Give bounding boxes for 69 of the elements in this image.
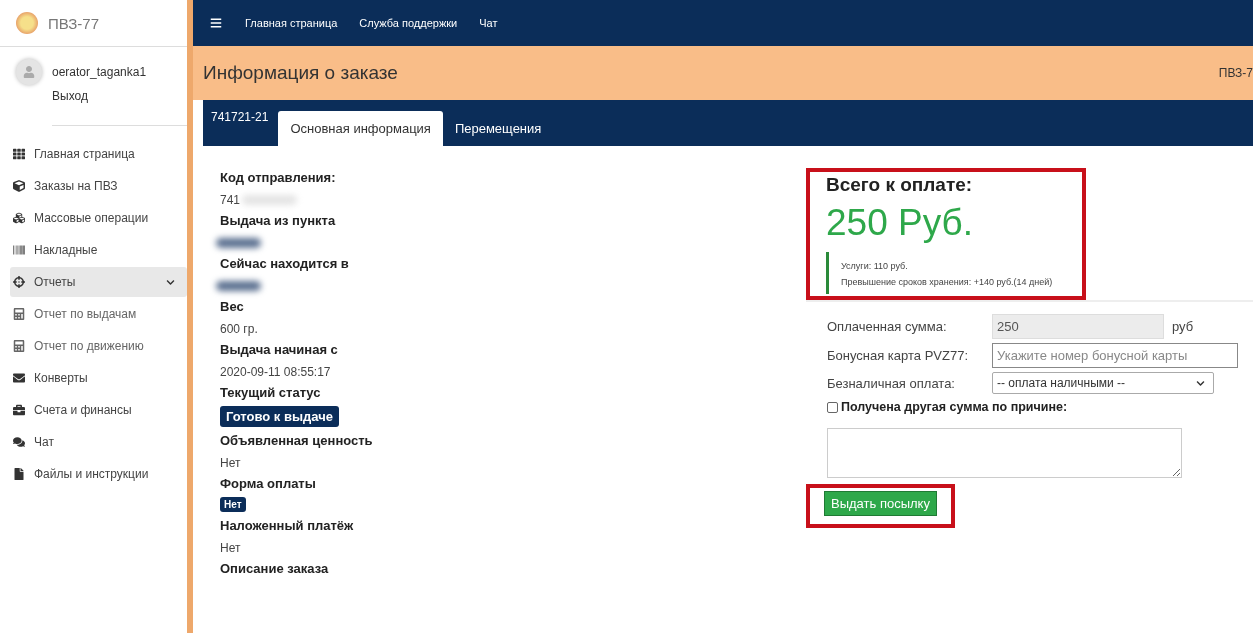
redaction-blur [216,280,261,291]
nav-link[interactable]: Главная страница [245,17,338,29]
tab[interactable]: Основная информация [278,111,443,146]
field-label: Код отправления: [220,170,337,185]
status-badge: Готово к выдаче [220,406,339,427]
grid-icon [12,148,26,160]
total-title: Всего к оплате: [826,174,974,196]
checkbox[interactable] [827,401,838,413]
field-label: Наложенный платёж [220,518,355,533]
field-label: Описание заказа [220,561,330,576]
calculator-icon [12,340,26,352]
chat-bubbles-icon [12,436,26,448]
field-value: 600 гр. [220,321,258,336]
field-label: Текущий статус [220,385,322,400]
field-label: Выдача начиная с [220,342,339,357]
payment-badge: Нет [220,497,246,512]
file-icon [12,468,26,480]
cubes-icon [12,212,26,224]
currency-unit: руб [1172,319,1194,334]
charge-line: Превышение сроков хранения: +140 руб.(14 дней) [841,276,1054,289]
field-label: Оплаченная сумма: [827,319,948,334]
user-name[interactable]: oerator_taganka1 [52,65,147,79]
logo-icon [16,12,38,34]
field-value: 2020-09-11 08:55:17 [220,364,331,379]
sidebar-item[interactable]: Заказы на ПВЗ [10,171,187,201]
sidebar-item[interactable]: Конверты [10,363,187,393]
menu-icon[interactable] [209,17,223,29]
briefcase-icon [12,404,26,416]
sidebar-item[interactable]: Счета и финансы [10,395,187,425]
envelope-icon [12,372,26,384]
point-name: ПВЗ-7 [1218,66,1253,80]
order-number: 741721-21 [210,110,270,124]
charge-line: Услуги: 110 руб. [841,260,909,273]
field-value: Нет [220,540,241,555]
checkbox-label: Получена другая сумма по причине: [841,400,1068,414]
field-value: 741 [220,192,241,207]
field-label: Безналичная оплата: [827,375,956,391]
nav-link[interactable]: Чат [479,17,498,29]
reason-field[interactable] [827,428,1182,478]
barcode-icon [12,244,26,256]
field-label: Вес [220,299,245,314]
field-value: Нет [220,455,241,470]
sidebar-item[interactable]: Файлы и инструкции [10,459,187,489]
sidebar-item[interactable]: Главная страница [10,139,187,169]
crosshair-icon [12,276,26,288]
bonus-card-field[interactable]: Укажите номер бонусной карты [992,343,1238,368]
sidebar-subitem[interactable]: Отчет по выдачам [10,299,187,329]
field-label: Сейчас находится в [220,256,350,271]
field-label: Выдача из пункта [220,213,337,228]
field-label: Бонусная карта PVZ77: [827,348,969,363]
total-amount: 250 Руб. [826,202,975,244]
sidebar-item[interactable]: Отчеты [10,267,187,297]
avatar-icon [16,59,42,85]
tab[interactable]: Перемещения [442,111,554,146]
field-label: Объявленная ценность [220,433,374,448]
sidebar-subitem[interactable]: Отчет по движению [10,331,187,361]
nav-link[interactable]: Служба поддержки [359,17,458,29]
logout-link[interactable]: Выход [52,89,187,126]
calculator-icon [12,308,26,320]
redaction-blur [216,237,261,248]
brand-name: ПВЗ-77 [48,14,100,32]
payment-select[interactable]: -- оплата наличными -- [992,372,1214,394]
field-label: Форма оплаты [220,476,317,491]
sidebar-item[interactable]: Массовые операции [10,203,187,233]
paid-amount-field[interactable]: 250 [992,314,1164,339]
page-title: Информация о заказе [203,62,398,84]
sidebar-item[interactable]: Накладные [10,235,187,265]
sidebar-item[interactable]: Чат [10,427,187,457]
cube-icon [12,180,26,192]
